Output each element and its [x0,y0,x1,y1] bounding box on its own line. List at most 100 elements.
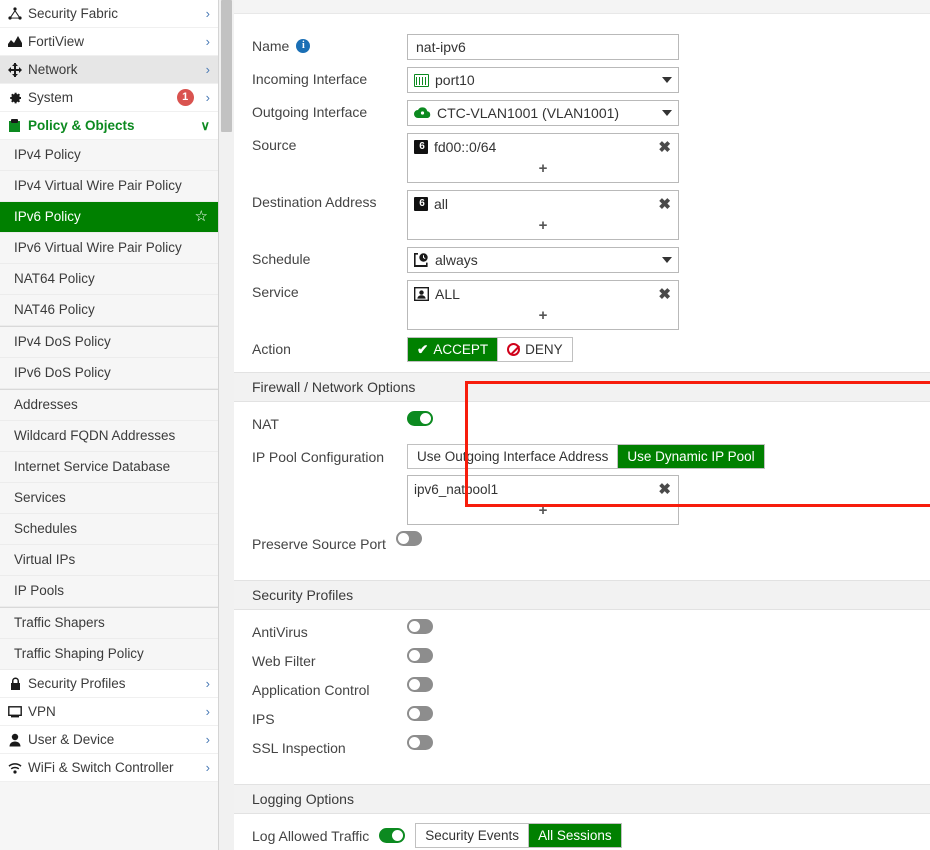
ssl-inspection-toggle[interactable] [407,735,433,750]
ip-pool-item-value: ipv6_natpool1 [414,481,499,497]
policy-objects-icon [6,118,24,133]
outgoing-interface-value: CTC-VLAN1001 (VLAN1001) [437,105,620,121]
name-label: Name i [252,34,407,54]
sidebar-item-system[interactable]: System 1 › [0,84,218,112]
sidebar-item-ipv4-virtual-wire-pair-policy[interactable]: IPv4 Virtual Wire Pair Policy [0,171,218,202]
sidebar-item-virtual-ips[interactable]: Virtual IPs [0,545,218,576]
source-list[interactable]: 6 fd00::0/64 ✖ + [407,133,679,183]
action-label: Action [252,341,291,357]
chevron-right-icon: › [205,676,210,691]
destination-address-control: 6 all ✖ + [407,190,679,240]
scrollbar-thumb[interactable] [221,0,232,132]
name-input[interactable]: nat-ipv6 [407,34,679,60]
action-deny-button[interactable]: DENY [498,338,572,361]
name-label-text: Name [252,38,290,54]
option-row-nat: NAT [234,411,930,440]
schedule-label: Schedule [252,251,311,267]
sidebar-item-nat46-policy[interactable]: NAT46 Policy [0,295,218,326]
add-destination-button[interactable]: + [408,217,678,239]
add-service-button[interactable]: + [408,307,678,329]
use-dynamic-ip-pool-button[interactable]: Use Dynamic IP Pool [618,445,764,468]
schedule-select[interactable]: always [407,247,679,273]
sidebar-item-fortiview[interactable]: FortiView › [0,28,218,56]
outgoing-interface-select[interactable]: CTC-VLAN1001 (VLAN1001) [407,100,679,126]
field-row-service: Service ALL ✖ + [234,280,930,330]
ip-pool-configuration-label: IP Pool Configuration [252,448,385,465]
chevron-right-icon: › [205,732,210,747]
sidebar-item-vpn[interactable]: VPN › [0,698,218,726]
web-filter-toggle[interactable] [407,648,433,663]
sidebar-item-wifi-switch-controller[interactable]: WiFi & Switch Controller › [0,754,218,782]
ip-pool-segmented-control: Use Outgoing Interface Address Use Dynam… [407,444,765,469]
field-row-outgoing-interface: Outgoing Interface CTC-VLAN1001 (VLAN100… [234,100,930,126]
sidebar-item-label: Traffic Shapers [14,615,105,630]
use-outgoing-interface-address-button[interactable]: Use Outgoing Interface Address [408,445,619,468]
all-sessions-button[interactable]: All Sessions [529,824,621,847]
user-icon [6,733,24,747]
ip-pool-list[interactable]: ipv6_natpool1 ✖ + [407,475,679,525]
content-scrollbar[interactable] [219,0,234,850]
add-source-button[interactable]: + [408,160,678,182]
sidebar-item-services[interactable]: Services [0,483,218,514]
destination-list[interactable]: 6 all ✖ + [407,190,679,240]
option-row-web-filter: Web Filter [234,648,930,677]
sidebar-item-label: IP Pools [14,583,65,598]
security-events-button[interactable]: Security Events [416,824,530,847]
sidebar-item-policy-objects[interactable]: Policy & Objects ∨ [0,112,218,140]
sidebar-item-security-fabric[interactable]: Security Fabric › [0,0,218,28]
sidebar-item-label: Wildcard FQDN Addresses [14,428,176,443]
incoming-interface-control: port10 [407,67,679,93]
sidebar-item-label: FortiView [28,34,85,49]
ips-toggle[interactable] [407,706,433,721]
source-item-value: fd00::0/64 [434,139,497,155]
favorite-star-icon[interactable]: ☆ [195,209,208,225]
preserve-source-port-label: Preserve Source Port [252,535,386,552]
remove-service-button[interactable]: ✖ [658,287,671,302]
sidebar-item-addresses[interactable]: Addresses [0,390,218,421]
list-item[interactable]: 6 all ✖ [408,191,678,217]
sidebar-item-ipv6-dos-policy[interactable]: IPv6 DoS Policy [0,358,218,389]
sidebar-item-label: NAT46 Policy [14,302,95,317]
nat-toggle[interactable] [407,411,433,426]
nat-control [407,411,918,429]
list-item[interactable]: 6 fd00::0/64 ✖ [408,134,678,160]
sidebar-item-security-profiles[interactable]: Security Profiles › [0,670,218,698]
incoming-interface-select[interactable]: port10 [407,67,679,93]
sidebar-item-user-device[interactable]: User & Device › [0,726,218,754]
info-icon[interactable]: i [296,39,311,53]
sidebar-item-nat64-policy[interactable]: NAT64 Policy [0,264,218,295]
add-ip-pool-button[interactable]: + [408,502,678,524]
log-allowed-traffic-toggle[interactable] [379,828,406,843]
sidebar-item-ipv4-dos-policy[interactable]: IPv4 DoS Policy [0,327,218,358]
remove-source-button[interactable]: ✖ [658,140,671,155]
destination-address-label: Destination Address [252,194,377,210]
service-list[interactable]: ALL ✖ + [407,280,679,330]
list-item[interactable]: ALL ✖ [408,281,678,307]
remove-ip-pool-button[interactable]: ✖ [658,482,671,497]
sidebar-item-ip-pools[interactable]: IP Pools [0,576,218,607]
ipv6-address-icon: 6 [414,140,428,154]
action-accept-button[interactable]: ✔ ACCEPT [408,338,499,361]
preserve-source-port-toggle[interactable] [395,531,422,546]
sidebar-item-schedules[interactable]: Schedules [0,514,218,545]
sidebar-item-label: IPv4 Policy [14,147,81,162]
sidebar-item-ipv6-virtual-wire-pair-policy[interactable]: IPv6 Virtual Wire Pair Policy [0,233,218,264]
vpn-icon [6,705,24,718]
sidebar-item-wildcard-fqdn-addresses[interactable]: Wildcard FQDN Addresses [0,421,218,452]
application-control-toggle[interactable] [407,677,433,692]
ssl-inspection-label: SSL Inspection [252,739,346,756]
field-row-name: Name i nat-ipv6 [234,34,930,60]
option-row-antivirus: AntiVirus [234,619,930,648]
action-control: ✔ ACCEPT DENY [407,337,679,362]
sidebar-item-ipv4-policy[interactable]: IPv4 Policy [0,140,218,171]
policy-form: Name i nat-ipv6 Incoming Interface port1… [234,14,930,850]
sidebar-item-internet-service-database[interactable]: Internet Service Database [0,452,218,483]
antivirus-toggle[interactable] [407,619,433,634]
sidebar-item-traffic-shaping-policy[interactable]: Traffic Shaping Policy [0,639,218,670]
sidebar-item-ipv6-policy[interactable]: IPv6 Policy ☆ [0,202,218,233]
remove-destination-button[interactable]: ✖ [658,197,671,212]
sidebar-item-traffic-shapers[interactable]: Traffic Shapers [0,608,218,639]
sidebar-item-network[interactable]: Network › [0,56,218,84]
list-item[interactable]: ipv6_natpool1 ✖ [408,476,678,502]
ssl-inspection-control [407,735,918,753]
